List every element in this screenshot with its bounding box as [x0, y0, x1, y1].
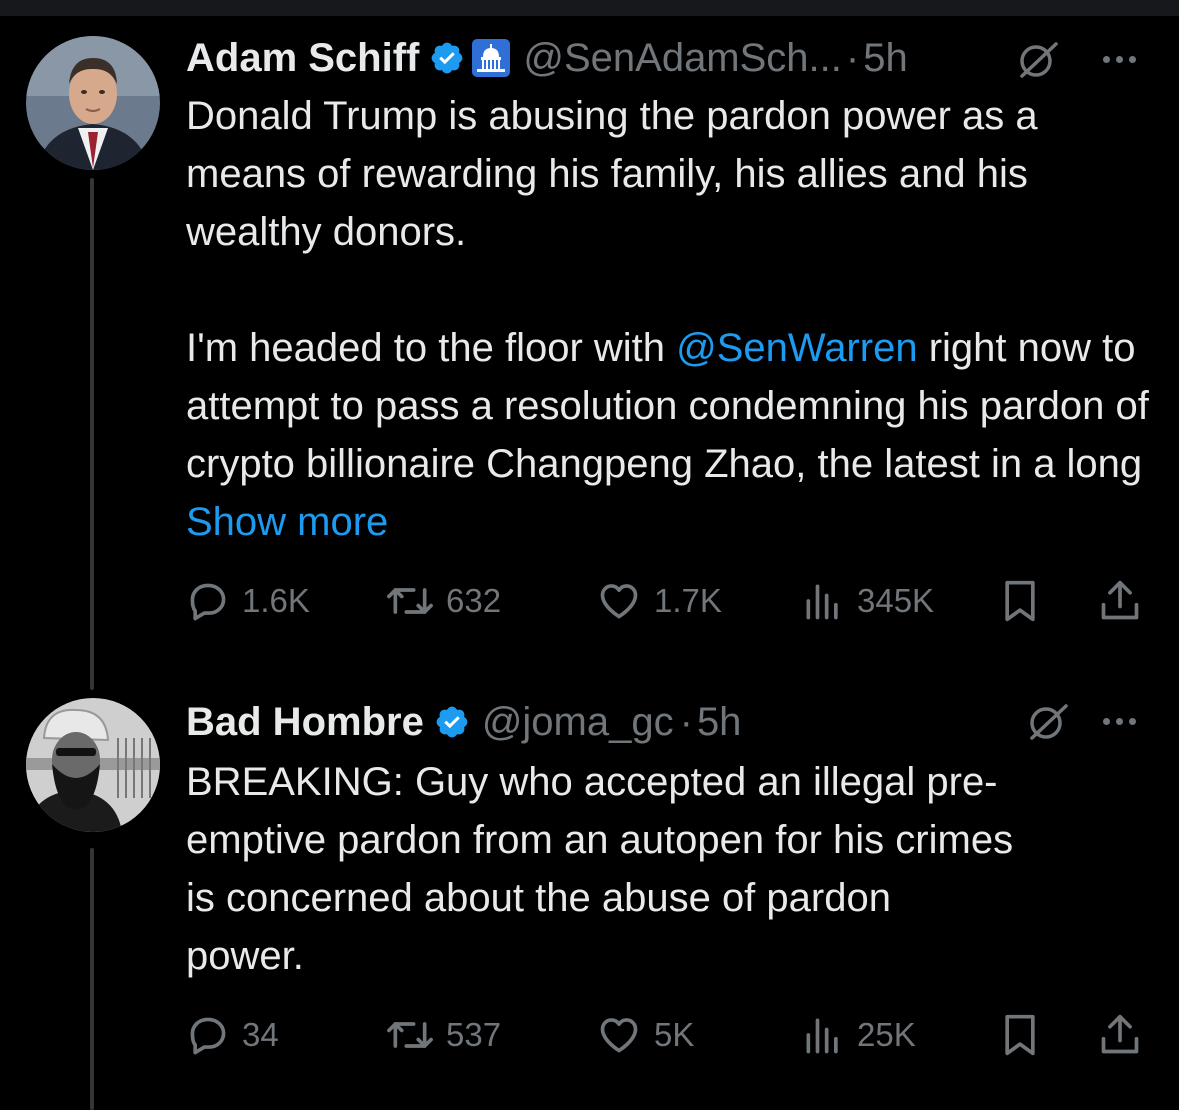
- tweet-header: Bad Hombre @joma_gc · 5h: [186, 694, 1166, 750]
- reply-icon: [190, 583, 226, 621]
- verified-badge-icon[interactable]: [434, 704, 470, 740]
- tweet-text: Donald Trump is abusing the pardon power…: [186, 87, 1161, 551]
- reply-count: 34: [242, 1016, 279, 1053]
- tweet-actions: 34 537 5K 25K: [186, 1010, 1156, 1060]
- capitol-building-icon[interactable]: [471, 38, 511, 78]
- top-divider: [0, 0, 1179, 16]
- separator-dot: ·: [679, 699, 693, 744]
- share-button[interactable]: [1098, 576, 1142, 626]
- tweet-actions: 1.6K 632 1.7K 345K: [186, 576, 1156, 626]
- grok-icon[interactable]: [1026, 700, 1070, 744]
- show-more-link[interactable]: Show more: [186, 500, 388, 544]
- tweet-text: BREAKING: Guy who accepted an illegal pr…: [186, 760, 1014, 978]
- heart-icon: [600, 584, 638, 619]
- user-handle[interactable]: @SenAdamSch...: [523, 36, 842, 81]
- avatar[interactable]: [26, 698, 160, 832]
- thread-line: [90, 848, 94, 1110]
- avatar[interactable]: [26, 36, 160, 170]
- like-button[interactable]: 5K: [596, 1010, 694, 1060]
- views-button[interactable]: 25K: [801, 1010, 916, 1060]
- share-icon: [1101, 580, 1139, 620]
- views-button[interactable]: 345K: [801, 576, 934, 626]
- bookmark-icon: [1005, 580, 1035, 622]
- user-handle[interactable]: @joma_gc: [482, 700, 674, 745]
- reply-count: 1.6K: [242, 582, 310, 619]
- views-count: 345K: [857, 582, 935, 619]
- share-icon: [1101, 1014, 1139, 1054]
- like-count: 5K: [654, 1016, 695, 1053]
- like-count: 1.7K: [654, 582, 722, 619]
- reply-button[interactable]: 1.6K: [186, 576, 310, 626]
- timestamp[interactable]: 5h: [697, 700, 742, 745]
- display-name[interactable]: Bad Hombre: [186, 700, 424, 745]
- repost-icon: [387, 588, 433, 614]
- views-count: 25K: [857, 1016, 916, 1053]
- bookmark-icon: [1005, 1014, 1035, 1056]
- repost-button[interactable]: 632: [386, 576, 501, 626]
- share-button[interactable]: [1098, 1010, 1142, 1060]
- more-options-icon[interactable]: [1103, 718, 1136, 725]
- thread-line: [90, 178, 94, 690]
- repost-icon: [387, 1022, 433, 1048]
- heart-icon: [600, 1018, 638, 1053]
- like-button[interactable]: 1.7K: [596, 576, 722, 626]
- separator-dot: ·: [845, 35, 860, 80]
- timestamp[interactable]: 5h: [863, 36, 908, 81]
- repost-count: 632: [446, 582, 502, 619]
- verified-badge-icon[interactable]: [429, 40, 465, 76]
- bookmark-button[interactable]: [998, 576, 1042, 626]
- avatar-photo-man-suit: [26, 36, 160, 170]
- bookmark-button[interactable]: [998, 1010, 1042, 1060]
- reply-icon: [190, 1017, 226, 1055]
- views-icon: [806, 584, 838, 620]
- repost-button[interactable]: 537: [386, 1010, 501, 1060]
- views-icon: [806, 1018, 838, 1054]
- repost-count: 537: [446, 1016, 502, 1053]
- mention-link[interactable]: @SenWarren: [676, 326, 917, 370]
- avatar-photo-man-beard: [26, 698, 160, 832]
- display-name[interactable]: Adam Schiff: [186, 36, 419, 81]
- reply-button[interactable]: 34: [186, 1010, 279, 1060]
- more-options-icon[interactable]: [1103, 56, 1136, 63]
- grok-icon[interactable]: [1016, 38, 1060, 82]
